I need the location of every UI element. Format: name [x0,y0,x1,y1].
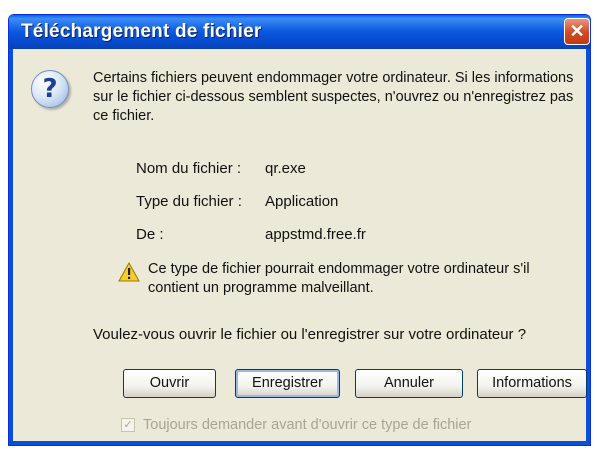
file-name-value: qr.exe [265,160,306,177]
question-icon: ? [31,70,69,108]
information-button[interactable]: Informations [477,369,587,398]
warning-text: Ce type de fichier pourrait endommager v… [148,261,530,296]
window-frame-bottom [9,441,590,445]
question-text: Voulez-vous ouvrir le fichier ou l'enreg… [93,326,527,343]
cancel-button[interactable]: Annuler [355,369,463,398]
file-source-value: appstmd.free.fr [265,226,366,243]
intro-text: Certains fichiers peuvent endommager vot… [93,70,574,124]
dialog-body: ? Certains fichiers peuvent endommager v… [13,49,587,441]
save-button[interactable]: Enregistrer [235,369,340,398]
close-button[interactable]: ✕ [564,18,590,45]
file-download-dialog: Téléchargement de fichier ✕ ? Certains f… [8,14,591,446]
open-button[interactable]: Ouvrir [123,369,216,398]
close-icon: ✕ [569,21,585,41]
file-type-value: Application [265,193,339,210]
file-source-label: De : [136,226,164,243]
window-title: Téléchargement de fichier [21,21,262,42]
file-type-label: Type du fichier : [136,193,242,210]
warning-icon [118,262,140,282]
always-ask-checkbox[interactable]: ✓ [121,418,135,432]
file-name-label: Nom du fichier : [136,160,242,177]
always-ask-label: Toujours demander avant d'ouvrir ce type… [143,417,472,433]
title-bar[interactable]: Téléchargement de fichier ✕ [9,15,590,49]
